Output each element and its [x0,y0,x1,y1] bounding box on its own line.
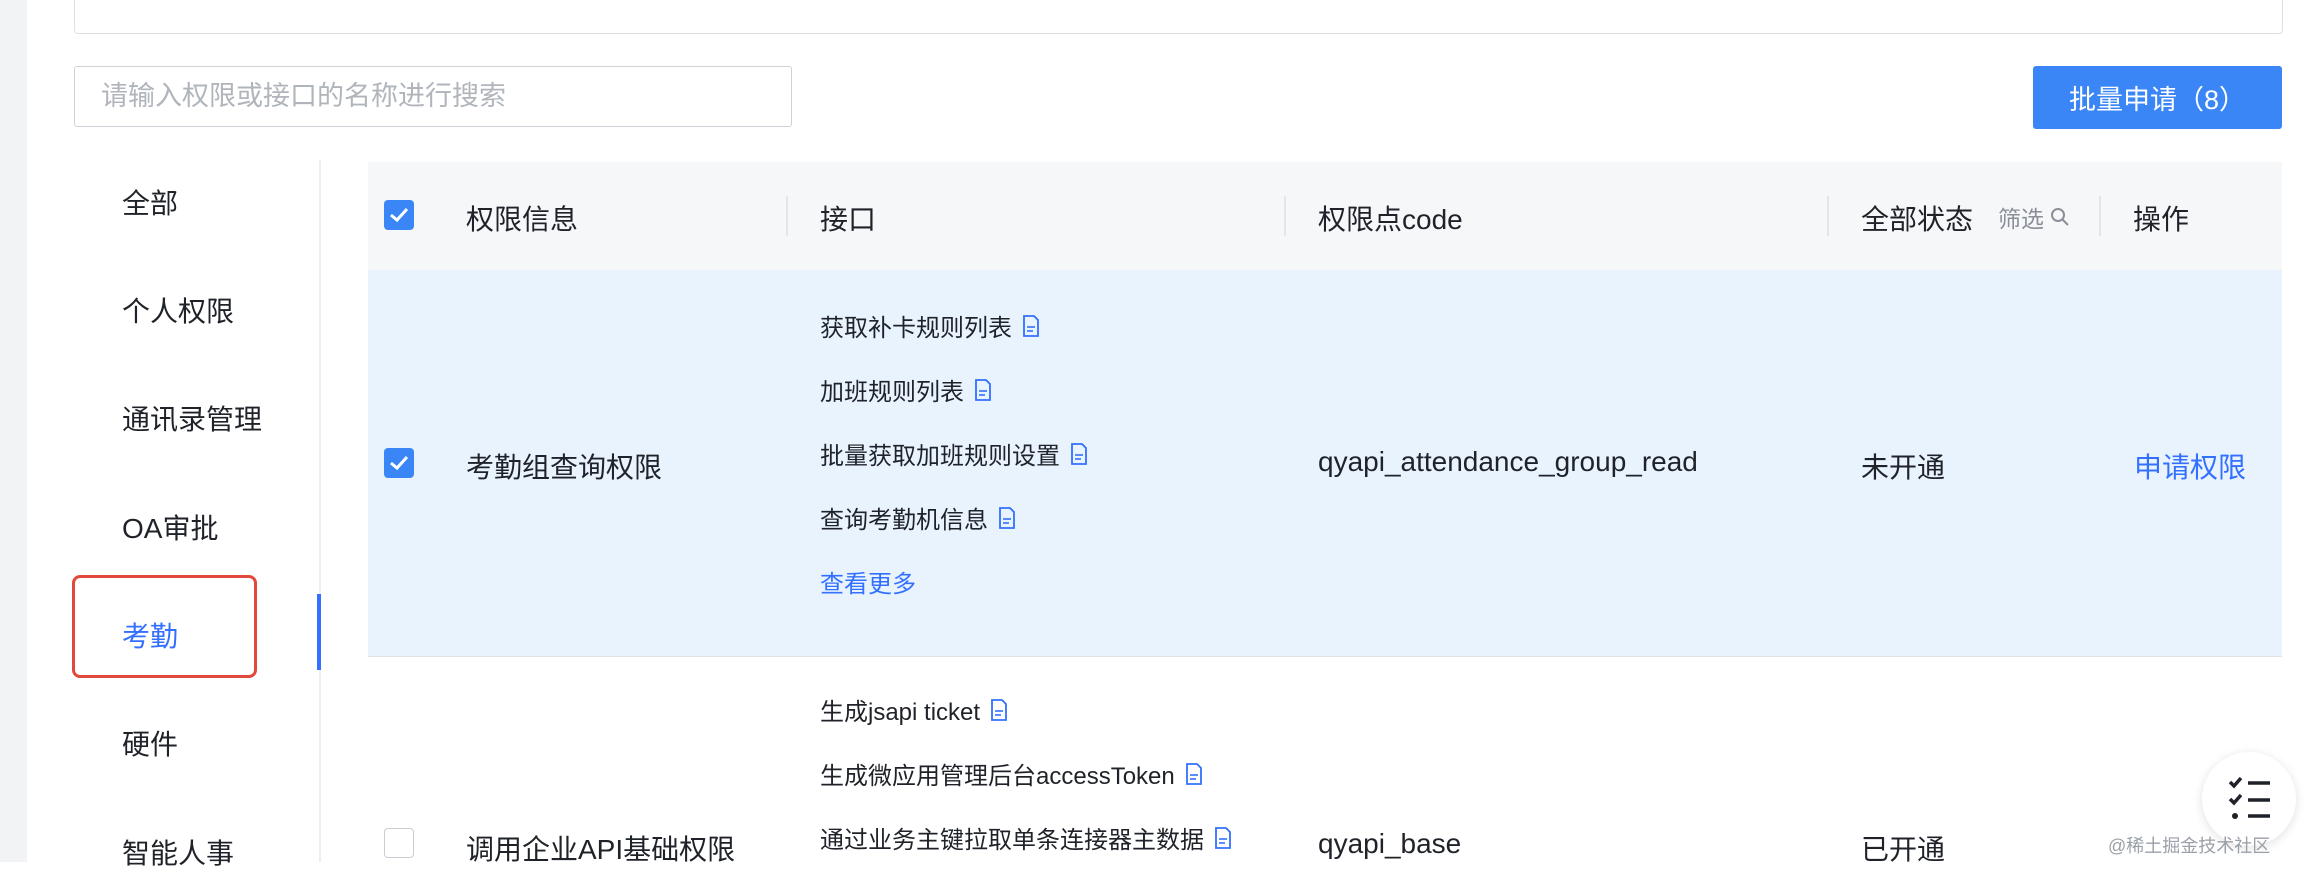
interface-name: 批量获取加班规则设置 [820,443,1060,470]
doc-icon[interactable] [974,378,992,401]
doc-icon[interactable] [990,698,1008,721]
sidebar-item-all[interactable]: 全部 [122,182,178,222]
watermark: @稀土掘金技术社区 [2108,836,2271,856]
interface-item[interactable]: 查询考勤机信息 [820,500,1016,535]
sidebar-divider [319,160,321,862]
sidebar-item-oa-approval[interactable]: OA审批 [122,507,218,547]
batch-apply-label: 批量申请（8） [2068,85,2247,115]
doc-icon[interactable] [1185,762,1203,785]
sidebar-item-smart-hr[interactable]: 智能人事 [122,832,234,872]
permission-code: qyapi_base [1318,828,1462,859]
interface-name: 生成jsapi ticket [820,699,981,726]
batch-apply-button[interactable]: 批量申请（8） [2033,66,2282,129]
check-icon [390,455,409,471]
interface-item[interactable]: 生成jsapi ticket [820,692,1008,727]
filter-label: 筛选 [1998,206,2044,232]
header-interface: 接口 [820,204,877,235]
permission-name: 调用企业API基础权限 [466,834,736,865]
search-input[interactable] [99,80,791,113]
permission-name: 考勤组查询权限 [466,452,663,483]
table-row: 考勤组查询权限 获取补卡规则列表 加班规则列表 批量获取加班规则设置 查询考勤机… [368,270,2282,657]
table-header: 权限信息 接口 权限点code 全部状态 筛选 操作 [368,162,2282,270]
permission-table: 权限信息 接口 权限点code 全部状态 筛选 操作 考勤组查询权限 获取补卡规… [368,162,2282,868]
doc-icon[interactable] [998,506,1016,529]
column-separator [1284,196,1286,236]
column-separator [786,196,788,236]
search-box[interactable] [74,66,792,127]
row-checkbox[interactable] [384,448,414,478]
check-icon [390,207,409,223]
doc-icon[interactable] [1022,314,1040,337]
header-action: 操作 [2133,204,2190,235]
header-code: 权限点code [1318,204,1463,235]
interface-item[interactable]: 获取补卡规则列表 [820,308,1040,343]
interface-item[interactable]: 生成微应用管理后台accessToken [820,756,1203,791]
top-panel [74,0,2283,34]
sidebar-item-personal[interactable]: 个人权限 [122,290,234,330]
column-separator [2099,196,2101,236]
interface-name: 加班规则列表 [820,379,964,406]
header-permission-info: 权限信息 [466,204,579,235]
view-more-link[interactable]: 查看更多 [820,564,916,599]
sidebar-active-indicator [317,594,321,670]
status-filter[interactable]: 筛选 [1998,200,2070,234]
sidebar-item-hardware[interactable]: 硬件 [122,723,178,763]
interface-name: 查询考勤机信息 [820,507,988,534]
permission-code: qyapi_attendance_group_read [1318,446,1698,477]
column-separator [1827,196,1829,236]
search-icon [2051,208,2069,226]
apply-permission-link[interactable]: 申请权限 [2134,446,2246,486]
interface-name: 生成微应用管理后台accessToken [820,763,1175,790]
interface-item[interactable]: 批量获取加班规则设置 [820,436,1088,471]
status-text: 未开通 [1861,452,1946,483]
interface-item[interactable]: 加班规则列表 [820,372,992,407]
highlight-annotation-box [72,575,257,678]
row-checkbox[interactable] [384,828,414,858]
interface-item[interactable]: 通过业务主键拉取单条连接器主数据 [820,820,1232,855]
sidebar-item-contacts[interactable]: 通讯录管理 [122,398,262,438]
table-row: 调用企业API基础权限 生成jsapi ticket 生成微应用管理后台acce… [368,658,2282,868]
select-all-checkbox[interactable] [384,200,414,230]
doc-icon[interactable] [1214,826,1232,849]
doc-icon[interactable] [1070,442,1088,465]
interface-name: 通过业务主键拉取单条连接器主数据 [820,827,1204,854]
status-text: 已开通 [1861,834,1946,865]
header-status: 全部状态 [1861,204,1974,235]
interface-name: 获取补卡规则列表 [820,315,1012,342]
